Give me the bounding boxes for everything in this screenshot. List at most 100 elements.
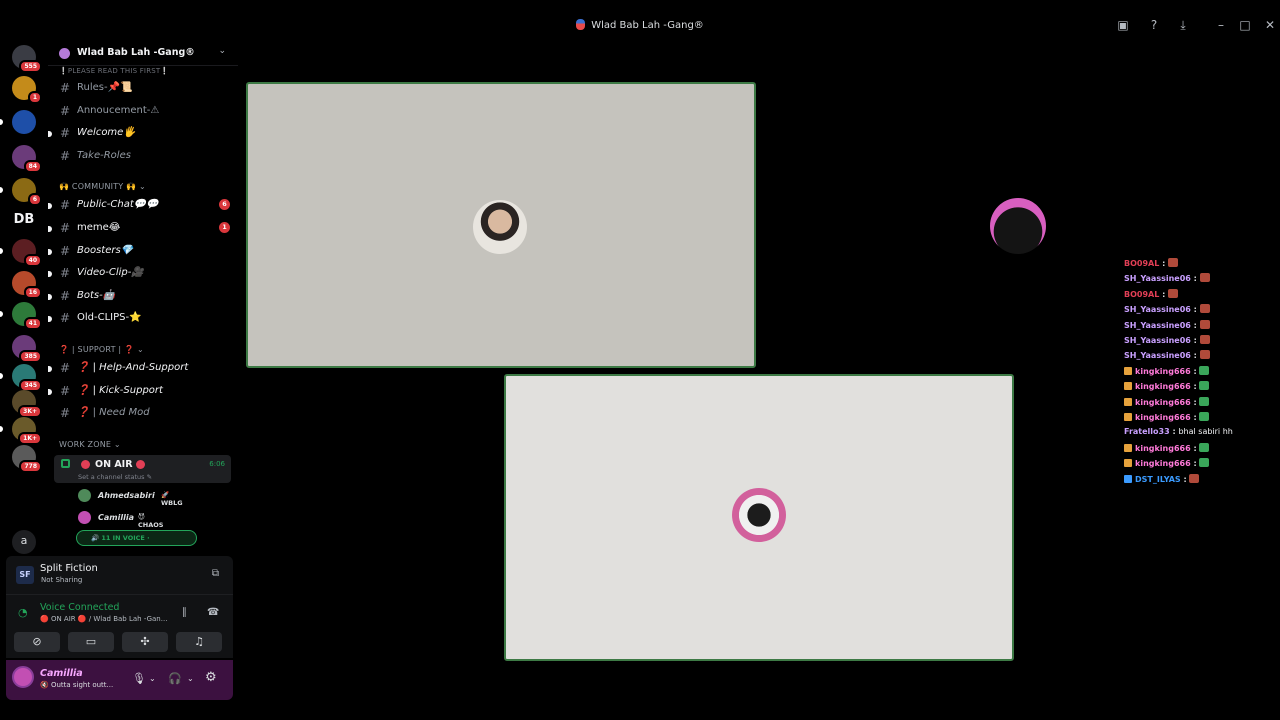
hashtag-icon: # bbox=[60, 126, 71, 140]
category-work-zone[interactable]: WORK ZONE ⌄ bbox=[59, 440, 121, 449]
unread-pill bbox=[0, 426, 3, 432]
headphones-icon[interactable]: 🎧 bbox=[168, 672, 182, 685]
sub-badge-icon bbox=[1124, 413, 1132, 421]
title-bar: Wlad Bab Lah -Gang® ▣ ? ⤓ – □ ✕ bbox=[0, 0, 1280, 40]
avatar bbox=[78, 511, 91, 524]
chevron-down-icon[interactable]: ⌄ bbox=[218, 46, 226, 56]
chevron-down-icon[interactable]: ⌄ bbox=[149, 674, 156, 683]
channel-item[interactable]: # Video-Clip-🎥 bbox=[48, 263, 238, 283]
participant-avatar[interactable] bbox=[990, 198, 1046, 254]
microphone-icon[interactable]: 🎙 bbox=[132, 672, 146, 685]
server-icon[interactable]: 778 bbox=[12, 445, 42, 473]
hashtag-icon: # bbox=[60, 289, 71, 303]
video-tile[interactable] bbox=[246, 82, 756, 368]
help-icon[interactable]: ? bbox=[1146, 18, 1162, 32]
chat-message: kingking666 : bbox=[1124, 381, 1210, 395]
voice-channel-timer: 6:06 bbox=[209, 460, 225, 468]
signal-icon[interactable]: ◔ bbox=[18, 606, 28, 619]
channel-name: Rules-📌📜 bbox=[77, 82, 133, 93]
participant-avatar bbox=[732, 488, 786, 542]
channel-item[interactable]: # Old-CLIPS-⭐ bbox=[48, 308, 238, 328]
window-title: Wlad Bab Lah -Gang® bbox=[0, 19, 1280, 31]
chat-message: SH_Yaassine06 : bbox=[1124, 319, 1210, 334]
server-icon[interactable]: 16 bbox=[12, 271, 42, 299]
category-read-first[interactable]: ❕PLEASE READ THIS FIRST❕ bbox=[59, 67, 169, 75]
screen-share-button[interactable]: ▭ bbox=[68, 632, 114, 652]
download-icon[interactable]: ⤓ bbox=[1175, 18, 1191, 33]
emote-icon bbox=[1199, 319, 1210, 329]
server-icon[interactable]: 6 bbox=[12, 178, 42, 206]
server-icon[interactable]: 3K+ bbox=[12, 390, 42, 418]
avatar bbox=[78, 489, 91, 502]
channel-item[interactable]: # Boosters💎 bbox=[48, 241, 238, 261]
channel-item[interactable]: # ❓ | Kick-Support bbox=[48, 381, 238, 401]
inbox-icon[interactable]: ▣ bbox=[1115, 18, 1131, 32]
close-button[interactable]: ✕ bbox=[1262, 18, 1278, 32]
voice-connected-panel: ◔ Voice Connected 🔴 ON AIR 🔴 / Wlad Bab … bbox=[6, 594, 233, 658]
live-dot-icon bbox=[81, 460, 90, 469]
share-screen-icon[interactable]: ⧉ bbox=[212, 568, 219, 579]
emote-icon bbox=[1168, 258, 1179, 267]
chat-message: SH_Yaassine06 : bbox=[1124, 350, 1210, 364]
voice-connected-title[interactable]: Voice Connected bbox=[40, 602, 119, 613]
server-icon[interactable] bbox=[12, 110, 36, 134]
guild-icon bbox=[59, 48, 70, 59]
chat-message: Fratello33 : bhal sabiri hh bbox=[1124, 427, 1233, 437]
noise-suppression-icon[interactable]: ∥ bbox=[182, 607, 187, 618]
guild-header[interactable]: Wlad Bab Lah -Gang® ⌄ bbox=[48, 40, 238, 66]
server-icon[interactable]: 555 bbox=[12, 45, 42, 73]
hashtag-icon: # bbox=[60, 384, 71, 398]
avatar[interactable] bbox=[12, 666, 34, 688]
mention-badge: 778 bbox=[19, 460, 42, 473]
channel-item[interactable]: # Annoucement-⚠ bbox=[58, 101, 238, 121]
channel-item[interactable]: # meme😂 1 bbox=[48, 218, 238, 238]
unread-pill bbox=[0, 311, 3, 317]
unread-dot bbox=[48, 249, 52, 255]
category-community[interactable]: 🙌 COMMUNITY 🙌 ⌄ bbox=[59, 182, 146, 191]
channel-name: Annoucement-⚠ bbox=[77, 105, 160, 116]
server-icon[interactable]: DB bbox=[12, 208, 36, 232]
server-icon[interactable]: 1 bbox=[12, 76, 42, 104]
server-icon[interactable]: 84 bbox=[12, 145, 42, 173]
channel-status[interactable]: Set a channel status ✎ bbox=[78, 473, 152, 481]
server-icon[interactable]: 385 bbox=[12, 335, 42, 363]
channel-item[interactable]: # Rules-📌📜 bbox=[58, 78, 238, 98]
unread-pill bbox=[0, 248, 3, 254]
server-icon[interactable]: 41 bbox=[12, 302, 42, 330]
channel-item[interactable]: # ❓ | Need Mod bbox=[58, 403, 238, 423]
voice-channel-name: ON AIR bbox=[95, 459, 133, 470]
server-icon[interactable]: a bbox=[12, 530, 36, 554]
channel-item[interactable]: # ❓ | Help-And-Support bbox=[48, 358, 238, 378]
user-status: 🔇 Outta sight outt... bbox=[40, 681, 114, 689]
activities-button[interactable]: ✣ bbox=[122, 632, 168, 652]
camera-off-button[interactable]: ⊘ bbox=[14, 632, 60, 652]
in-voice-count: 🔊 11 IN VOICE · bbox=[91, 534, 150, 542]
activity-subtitle: Not Sharing bbox=[41, 576, 83, 584]
maximize-button[interactable]: □ bbox=[1237, 18, 1253, 32]
sub-badge-icon bbox=[1124, 474, 1132, 483]
channel-item[interactable]: # Welcome🖐 bbox=[48, 123, 238, 143]
user-name[interactable]: Camillia bbox=[40, 668, 83, 679]
chevron-down-icon[interactable]: ⌄ bbox=[187, 674, 194, 683]
channel-name: ❓ | Kick-Support bbox=[77, 385, 163, 396]
channel-item[interactable]: # Bots-🤖 bbox=[48, 286, 238, 306]
server-icon[interactable]: 345 bbox=[12, 364, 42, 392]
channel-item[interactable]: # Take-Roles bbox=[58, 146, 238, 166]
channel-item[interactable]: # Public-Chat💬💬 6 bbox=[48, 195, 238, 215]
category-support[interactable]: ❓ | SUPPORT | ❓ ⌄ bbox=[59, 345, 144, 354]
minimize-button[interactable]: – bbox=[1213, 18, 1229, 32]
server-icon[interactable]: 40 bbox=[12, 239, 42, 267]
gear-icon[interactable]: ⚙ bbox=[205, 670, 217, 685]
in-voice-pill[interactable]: 🔊 11 IN VOICE · bbox=[76, 530, 197, 546]
chat-message: BO09AL : bbox=[1124, 258, 1179, 272]
mention-badge: 555 bbox=[19, 60, 42, 73]
hashtag-icon: # bbox=[60, 244, 71, 258]
video-tile[interactable] bbox=[504, 374, 1014, 661]
soundboard-button[interactable]: ♫ bbox=[176, 632, 222, 652]
unread-pill bbox=[0, 187, 3, 193]
emote-icon bbox=[1168, 288, 1179, 298]
server-icon[interactable]: 1K+ bbox=[12, 417, 42, 445]
voice-channel-on-air[interactable]: ON AIR 6:06 Set a channel status ✎ bbox=[54, 455, 231, 483]
voice-connected-subtitle[interactable]: 🔴 ON AIR 🔴 / Wlad Bab Lah -Gan... bbox=[40, 615, 167, 623]
disconnect-icon[interactable]: ☎ bbox=[207, 607, 219, 618]
